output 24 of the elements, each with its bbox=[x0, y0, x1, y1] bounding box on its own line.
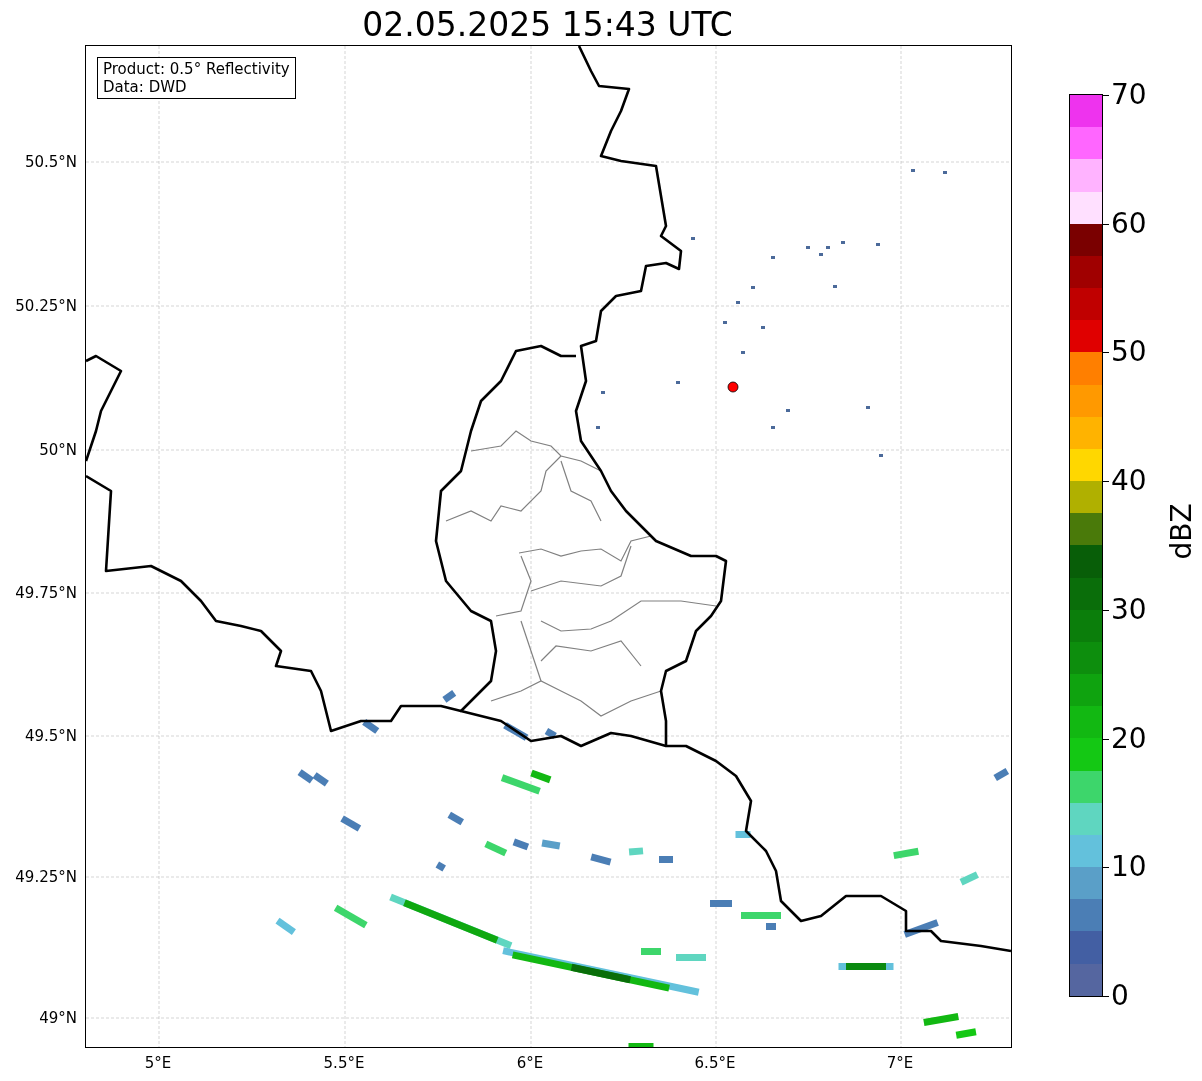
latitude-label: 50°N bbox=[39, 441, 77, 459]
latitude-label: 50.5°N bbox=[24, 153, 77, 171]
info-text: Product: 0.5° Reflectivity bbox=[103, 60, 290, 78]
longitude-label: 6.5°E bbox=[694, 1054, 736, 1072]
info-text: Data: DWD bbox=[103, 78, 188, 96]
longitude-label: 5°E bbox=[144, 1054, 172, 1072]
longitude-label: 5.5°E bbox=[323, 1054, 365, 1072]
colorbar-tick-label: 60 bbox=[1111, 208, 1147, 239]
latitude-label: 49.25°N bbox=[15, 868, 77, 886]
colorbar-tick-label: 40 bbox=[1111, 466, 1147, 497]
longitude-label: 6°E bbox=[516, 1054, 544, 1072]
latitude-label: 49°N bbox=[39, 1009, 77, 1027]
longitude-label: 7°E bbox=[886, 1054, 914, 1072]
colorbar-tick-label: 20 bbox=[1111, 723, 1147, 754]
colorbar-tick-label: 10 bbox=[1111, 852, 1147, 883]
colorbar-tick-label: 70 bbox=[1111, 80, 1147, 110]
colorbar-tick-label: 0 bbox=[1111, 981, 1129, 1011]
colorbar-tick-label: 50 bbox=[1111, 337, 1147, 368]
chart-title: 02.05.2025 15:43 UTC bbox=[361, 4, 734, 45]
colorbar-label: dBZ bbox=[1164, 503, 1198, 560]
latitude-label: 50.25°N bbox=[15, 297, 77, 315]
latitude-label: 49.75°N bbox=[15, 584, 77, 602]
colorbar-tick-label: 30 bbox=[1111, 594, 1147, 625]
latitude-label: 49.5°N bbox=[24, 727, 77, 745]
